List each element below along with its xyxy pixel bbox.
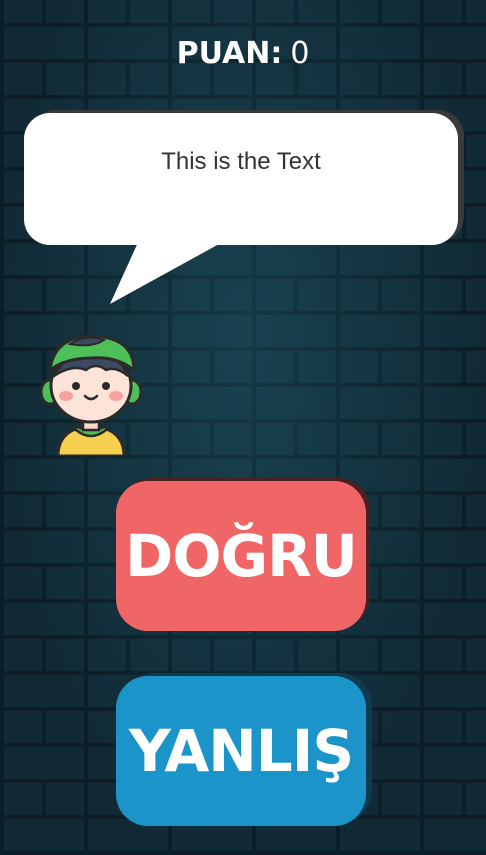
correct-button[interactable]: DOĞRU [116,481,366,631]
speech-bubble-text: This is the Text [161,148,321,175]
boy-avatar-icon [39,334,143,456]
score-label: PUAN: [176,36,283,71]
speech-bubble-tail [110,238,230,304]
speech-bubble: This is the Text [24,113,458,245]
score-display: PUAN: 0 [0,36,486,71]
score-value: 0 [290,36,310,71]
wrong-button[interactable]: YANLIŞ [116,676,366,826]
